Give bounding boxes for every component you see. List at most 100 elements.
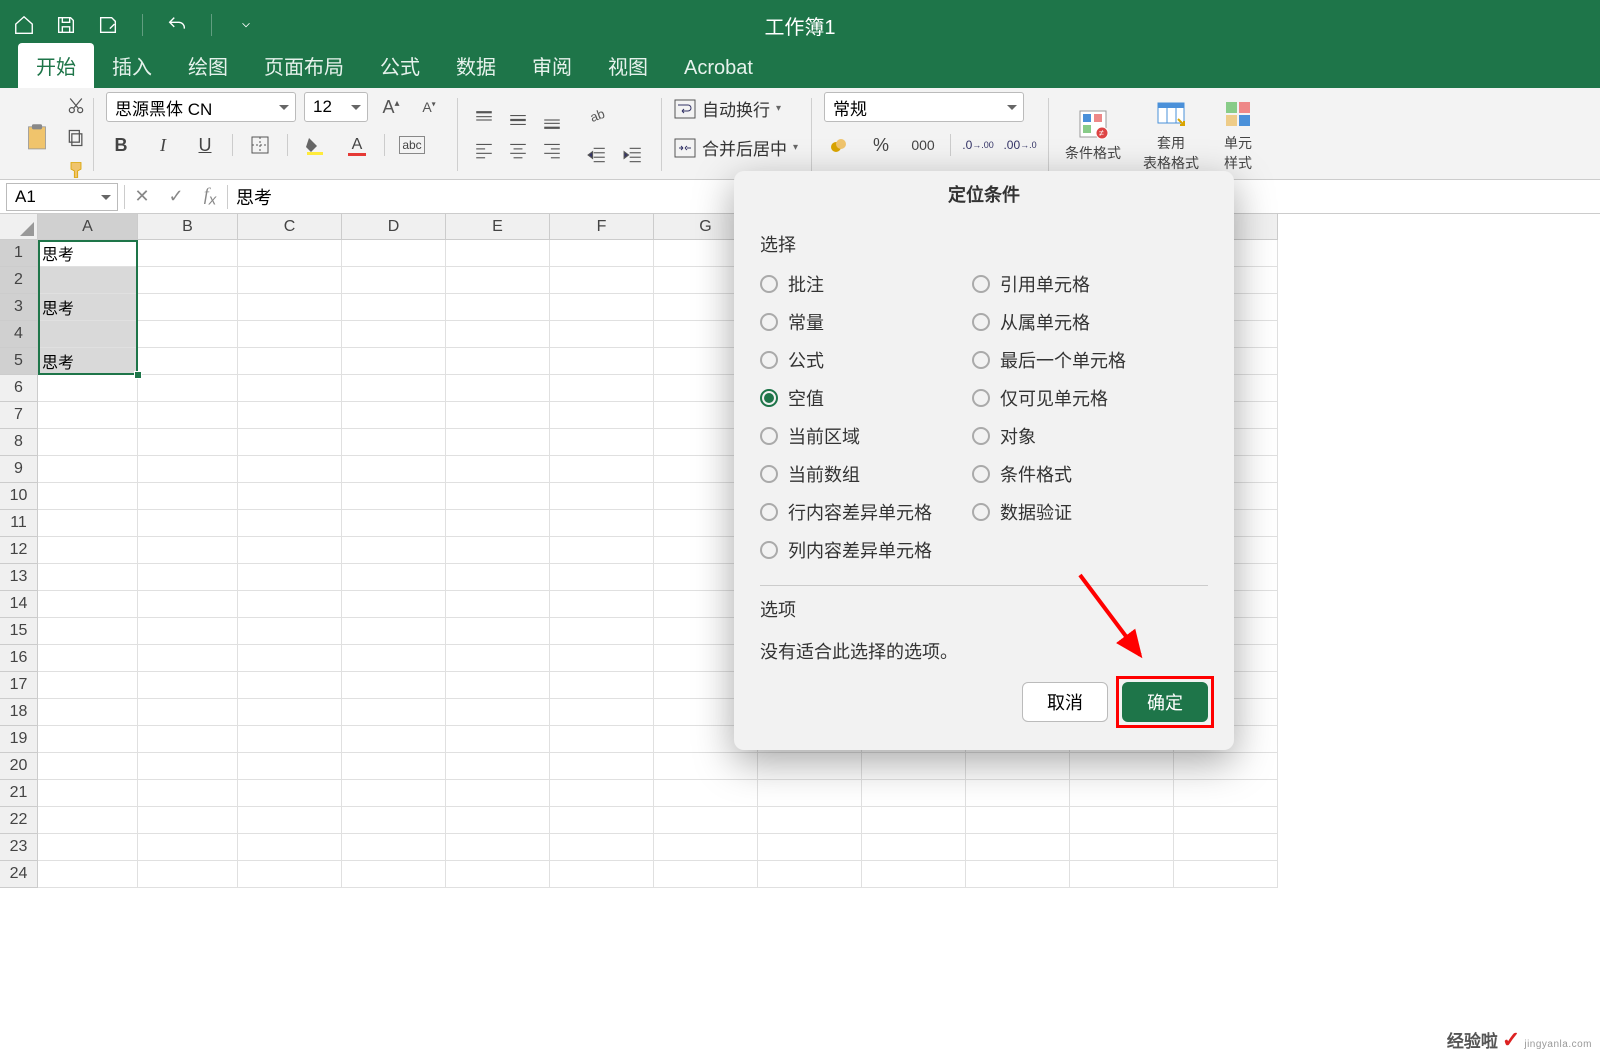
tab-插入[interactable]: 插入 xyxy=(94,43,170,88)
cell[interactable] xyxy=(550,672,654,699)
cell[interactable] xyxy=(342,591,446,618)
radio-option[interactable]: 列内容差异单元格 xyxy=(760,537,932,563)
cell[interactable] xyxy=(138,780,238,807)
cell-reference-input[interactable] xyxy=(7,187,87,207)
cell[interactable] xyxy=(38,402,138,429)
tab-数据[interactable]: 数据 xyxy=(438,43,514,88)
align-top-icon[interactable] xyxy=(470,107,498,133)
increase-font-icon[interactable]: A▴ xyxy=(376,92,406,122)
cell[interactable] xyxy=(138,672,238,699)
cell[interactable] xyxy=(138,348,238,375)
cell[interactable] xyxy=(238,807,342,834)
cell[interactable] xyxy=(446,429,550,456)
fx-icon[interactable]: fx xyxy=(193,183,227,211)
cell[interactable] xyxy=(342,807,446,834)
cell[interactable] xyxy=(446,780,550,807)
cell[interactable] xyxy=(966,834,1070,861)
percent-button[interactable]: % xyxy=(866,130,896,160)
cell[interactable] xyxy=(446,537,550,564)
cell[interactable] xyxy=(38,429,138,456)
cell[interactable] xyxy=(38,510,138,537)
cell[interactable] xyxy=(342,645,446,672)
row-header[interactable]: 23 xyxy=(0,834,38,861)
cell[interactable] xyxy=(238,240,342,267)
cell[interactable] xyxy=(654,834,758,861)
decrease-font-icon[interactable]: A▾ xyxy=(414,92,444,122)
column-header[interactable]: F xyxy=(550,214,654,240)
cell[interactable] xyxy=(238,456,342,483)
format-as-table-button[interactable]: 套用 表格格式 xyxy=(1139,95,1203,175)
cell[interactable] xyxy=(342,726,446,753)
cell[interactable] xyxy=(38,456,138,483)
radio-option[interactable]: 条件格式 xyxy=(972,461,1126,487)
row-header[interactable]: 3 xyxy=(0,294,38,321)
cell[interactable] xyxy=(342,429,446,456)
orientation-button[interactable]: ab xyxy=(582,100,612,130)
align-bottom-icon[interactable] xyxy=(538,107,566,133)
cell[interactable] xyxy=(446,240,550,267)
ok-button[interactable]: 确定 xyxy=(1122,682,1208,722)
cell[interactable] xyxy=(446,861,550,888)
cell[interactable] xyxy=(342,537,446,564)
row-header[interactable]: 7 xyxy=(0,402,38,429)
cell[interactable] xyxy=(1174,807,1278,834)
cell[interactable] xyxy=(138,321,238,348)
number-format-select[interactable]: 常规 xyxy=(824,92,1024,122)
cell[interactable] xyxy=(446,267,550,294)
customize-qat-icon[interactable] xyxy=(234,13,258,37)
cell[interactable] xyxy=(342,402,446,429)
tab-视图[interactable]: 视图 xyxy=(590,43,666,88)
cell[interactable] xyxy=(238,348,342,375)
cell[interactable] xyxy=(138,267,238,294)
cell[interactable] xyxy=(342,483,446,510)
row-header[interactable]: 15 xyxy=(0,618,38,645)
column-header[interactable]: C xyxy=(238,214,342,240)
cell[interactable] xyxy=(654,780,758,807)
row-header[interactable]: 18 xyxy=(0,699,38,726)
cell[interactable] xyxy=(342,294,446,321)
radio-option[interactable]: 空值 xyxy=(760,385,932,411)
cell[interactable] xyxy=(138,699,238,726)
row-header[interactable]: 19 xyxy=(0,726,38,753)
cell[interactable] xyxy=(342,456,446,483)
cell[interactable] xyxy=(550,591,654,618)
cell[interactable] xyxy=(550,483,654,510)
cell[interactable] xyxy=(758,780,862,807)
column-header[interactable]: A xyxy=(38,214,138,240)
cell[interactable] xyxy=(342,240,446,267)
cell[interactable] xyxy=(342,861,446,888)
font-color-button[interactable]: A xyxy=(342,130,372,160)
cut-icon[interactable] xyxy=(64,94,88,118)
decrease-indent-icon[interactable] xyxy=(582,140,612,170)
cell[interactable] xyxy=(446,753,550,780)
cell[interactable] xyxy=(550,807,654,834)
cell[interactable] xyxy=(38,267,138,294)
row-header[interactable]: 20 xyxy=(0,753,38,780)
cell[interactable] xyxy=(342,780,446,807)
cell[interactable] xyxy=(550,240,654,267)
cell[interactable] xyxy=(342,510,446,537)
tab-绘图[interactable]: 绘图 xyxy=(170,43,246,88)
cell[interactable] xyxy=(138,834,238,861)
edit-icon[interactable] xyxy=(96,13,120,37)
cell[interactable] xyxy=(1174,780,1278,807)
cell[interactable] xyxy=(550,375,654,402)
wrap-text-button[interactable]: 自动换行 ▾ xyxy=(674,96,798,121)
cell[interactable] xyxy=(446,564,550,591)
row-header[interactable]: 2 xyxy=(0,267,38,294)
cell[interactable] xyxy=(238,591,342,618)
cell[interactable] xyxy=(38,483,138,510)
cell[interactable] xyxy=(1174,753,1278,780)
cell[interactable] xyxy=(862,780,966,807)
cell[interactable] xyxy=(138,726,238,753)
cell[interactable] xyxy=(446,618,550,645)
cell[interactable] xyxy=(38,618,138,645)
increase-indent-icon[interactable] xyxy=(618,140,648,170)
cell[interactable] xyxy=(446,672,550,699)
cell[interactable] xyxy=(446,294,550,321)
cell[interactable] xyxy=(238,672,342,699)
row-header[interactable]: 17 xyxy=(0,672,38,699)
cell[interactable] xyxy=(550,726,654,753)
cell[interactable] xyxy=(138,618,238,645)
cell[interactable] xyxy=(238,294,342,321)
